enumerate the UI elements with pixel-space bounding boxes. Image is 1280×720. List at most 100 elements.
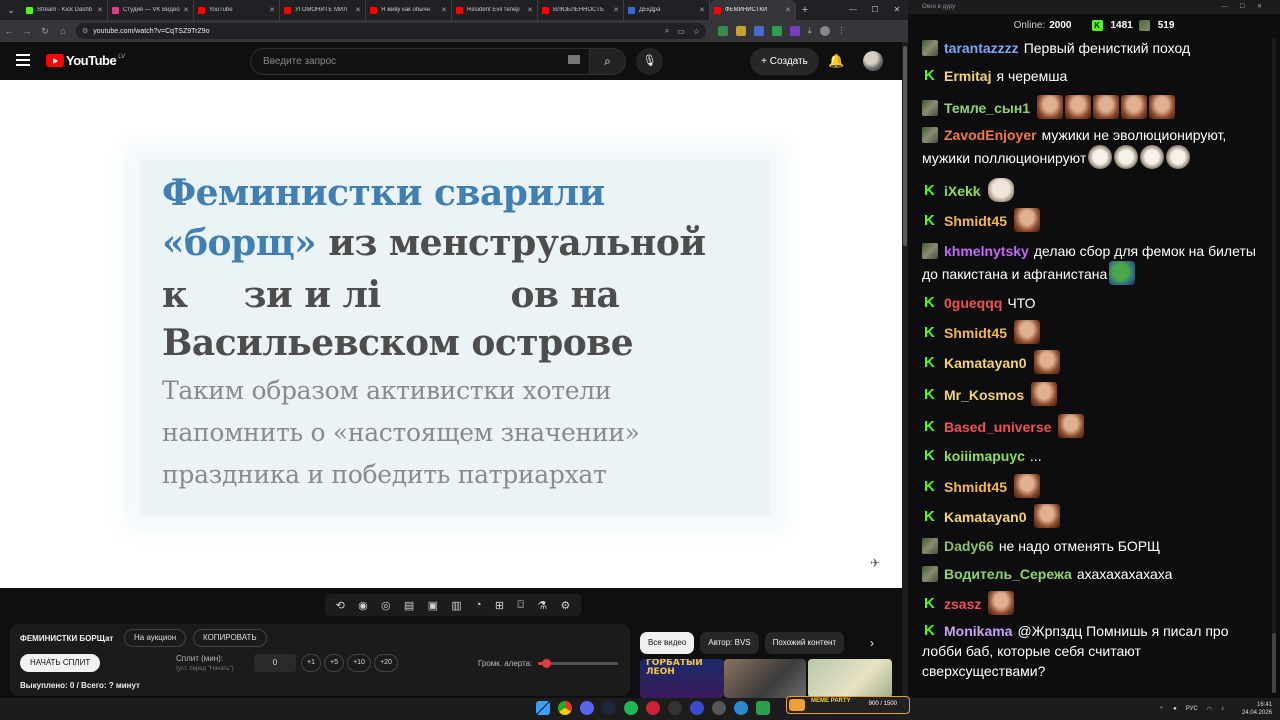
related-thumbnail[interactable] (808, 659, 892, 698)
browser-tab[interactable]: YouTube ✕ (194, 0, 280, 20)
forward-icon[interactable]: → (18, 26, 36, 36)
chevron-right-icon[interactable]: › (870, 636, 874, 650)
meme-party-widget[interactable]: MEME PARTY 900 / 1500 (786, 696, 910, 714)
chat-username[interactable]: 0gueqqq (944, 295, 1002, 311)
chat-username[interactable]: ZavodEnjoyer (944, 127, 1037, 143)
app-icon[interactable] (756, 701, 770, 715)
spotify-icon[interactable] (624, 701, 638, 715)
menu-dots-icon[interactable]: ⋮ (838, 26, 846, 36)
browser-tab[interactable]: УГОМОНИТЕ МИЛ ✕ (280, 0, 366, 20)
extension-icon[interactable] (718, 26, 728, 36)
url-field[interactable]: ⚙ youtube.com/watch?v=CqTSZ9TrZ9o ⌕ ▭ ☆ (76, 23, 706, 39)
screenshot-icon[interactable]: ⌼ (517, 599, 524, 612)
chip-author[interactable]: Автор: BVS (700, 632, 759, 654)
chip-all-videos[interactable]: Все видео (640, 632, 695, 654)
add-icon[interactable]: ⊞ (495, 599, 504, 612)
zoom-icon[interactable]: ⌕ (665, 26, 669, 36)
profile-icon[interactable] (819, 26, 830, 36)
menu-icon[interactable] (16, 54, 30, 69)
mic-icon[interactable]: 🎙 (636, 48, 663, 75)
extension-icon[interactable] (772, 26, 782, 36)
volume-knob[interactable] (542, 659, 551, 668)
related-thumbnail[interactable] (724, 659, 806, 698)
chat-username[interactable]: iXekk (944, 183, 981, 199)
tray-expand-icon[interactable]: ⌃ (1159, 706, 1164, 713)
extension-icon[interactable] (790, 26, 800, 36)
extension-icon[interactable] (754, 26, 764, 36)
clock[interactable]: 16:41 24.04.2026 (1233, 701, 1272, 717)
chat-username[interactable]: Based_universe (944, 419, 1051, 435)
browser-tab[interactable]: Stream - Kick Dashb ✕ (22, 0, 108, 20)
chip-similar[interactable]: Похожий контент (764, 632, 845, 654)
chrome-icon[interactable] (558, 701, 572, 715)
chat-username[interactable]: khmelnytsky (944, 243, 1029, 259)
chat-username[interactable]: zsasz (944, 596, 981, 612)
cast-icon[interactable]: ▭ (677, 27, 685, 36)
chat-username[interactable]: Kamatayan0 (944, 355, 1027, 371)
start-split-button[interactable]: НАЧАТЬ СПЛИТ (20, 654, 101, 672)
pip-icon[interactable]: ▣ (428, 599, 438, 612)
clapper-icon[interactable]: ▤ (404, 599, 414, 612)
app-icon[interactable] (690, 701, 704, 715)
browser-tab[interactable]: Я живу как обычн ✕ (366, 0, 452, 20)
step-button[interactable]: +20 (374, 654, 398, 672)
chat-username[interactable]: tarantazzzz (944, 40, 1019, 56)
extension-icon[interactable] (736, 26, 746, 36)
chat-username[interactable]: Shmidt45 (944, 325, 1007, 341)
eye-icon[interactable]: ◎ (381, 599, 391, 612)
related-thumbnail[interactable]: ГОРБАТЫЙ ЛЕОН (640, 659, 724, 698)
search-input[interactable]: Введите запрос (250, 48, 590, 75)
chat-username[interactable]: Dady66 (944, 538, 994, 554)
settings-gear-icon[interactable]: ⚙ (560, 599, 570, 612)
new-tab-button[interactable]: + (796, 4, 814, 16)
tab-close-icon[interactable]: ✕ (527, 6, 533, 14)
youtube-logo[interactable]: YouTube LV (46, 53, 125, 68)
chat-username[interactable]: Водитель_Сережа (944, 566, 1072, 582)
app-icon[interactable] (646, 701, 660, 715)
chat-username[interactable]: Shmidt45 (944, 479, 1007, 495)
bookmark-star-icon[interactable]: ☆ (693, 27, 700, 36)
site-info-icon[interactable]: ⚙ (82, 27, 88, 35)
home-icon[interactable]: ⌂ (54, 26, 72, 36)
tab-close-icon[interactable]: ✕ (613, 6, 619, 14)
telegram-icon[interactable] (734, 701, 748, 715)
chat-username[interactable]: Mr_Kosmos (944, 387, 1024, 403)
audio-icon[interactable]: ◉ (358, 599, 368, 612)
steam-icon[interactable] (602, 701, 616, 715)
chat-scrollbar[interactable] (1272, 38, 1276, 693)
obs-icon[interactable] (668, 701, 682, 715)
minimize-icon[interactable]: — (842, 0, 864, 20)
bell-icon[interactable]: 🔔 (828, 53, 844, 69)
browser-tab[interactable]: ВЛЮБЛЕННОСТЬ ✕ (538, 0, 624, 20)
step-button[interactable]: +5 (324, 654, 344, 672)
network-icon[interactable]: ◠ (1207, 706, 1212, 713)
chat-username[interactable]: Monikama (944, 623, 1012, 639)
speed-icon[interactable]: ◔ (475, 599, 482, 611)
windows-start-icon[interactable] (536, 701, 550, 715)
close-window-icon[interactable]: ✕ (886, 0, 908, 20)
keyboard-icon[interactable] (568, 55, 580, 64)
cinema-icon[interactable]: ▥ (451, 599, 461, 612)
loop-icon[interactable]: ⟲ (336, 599, 345, 612)
download-icon[interactable]: ⤓ (808, 26, 812, 36)
reload-icon[interactable]: ↻ (36, 26, 54, 37)
browser-tab[interactable]: ФЕМИНИСТКИ ✕ (710, 0, 796, 20)
browser-tab[interactable]: Resident Evil тепер ✕ (452, 0, 538, 20)
app-icon[interactable] (712, 701, 726, 715)
volume-icon[interactable]: ♪ (1221, 706, 1224, 712)
tab-close-icon[interactable]: ✕ (355, 6, 361, 14)
auction-button[interactable]: На аукцион (124, 629, 187, 647)
chat-window-controls[interactable]: —☐✕ (1222, 0, 1274, 14)
step-button[interactable]: +1 (301, 654, 321, 672)
create-button[interactable]: + Создать (750, 48, 819, 75)
volume-slider[interactable] (538, 659, 618, 668)
browser-tab[interactable]: Студия — VK Видео ✕ (108, 0, 194, 20)
chat-username[interactable]: Kamatayan0 (944, 509, 1027, 525)
chat-username[interactable]: Темле_сын1 (944, 100, 1030, 116)
back-icon[interactable]: ← (0, 26, 18, 36)
search-button[interactable]: ⌕ (589, 48, 626, 75)
discord-icon[interactable] (580, 701, 594, 715)
avatar[interactable] (863, 51, 883, 71)
language-indicator[interactable]: РУС (1186, 706, 1198, 712)
flask-icon[interactable]: ⚗ (537, 599, 547, 612)
